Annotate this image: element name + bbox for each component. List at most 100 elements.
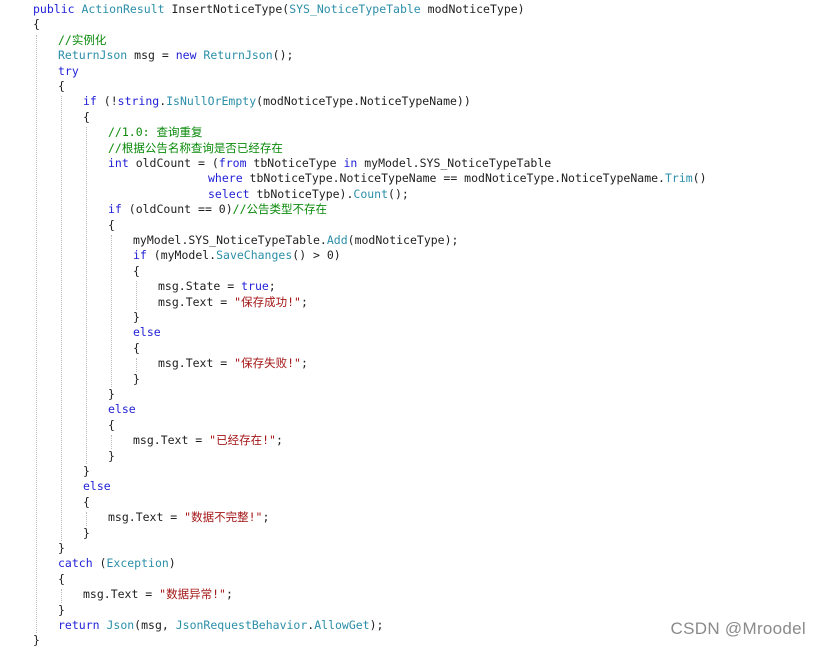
code-line: else: [108, 402, 136, 417]
indent-guide: [136, 358, 137, 372]
indent-guide: [111, 235, 112, 387]
code-token: myModel.SYS_NoticeTypeTable: [364, 156, 552, 170]
indent-guide: [136, 281, 137, 310]
code-line: try: [58, 64, 79, 79]
code-token: else: [133, 325, 161, 340]
code-token: tbNoticeType: [253, 156, 344, 170]
code-line: }: [108, 387, 115, 402]
code-editor[interactable]: public ActionResult InsertNoticeType(SYS…: [0, 0, 820, 647]
code-token: }: [133, 310, 140, 324]
code-token: Add: [326, 233, 348, 247]
code-line: }: [58, 541, 65, 556]
code-token: from: [218, 156, 254, 170]
code-line: select tbNoticeType).Count();: [208, 187, 409, 202]
code-line: msg.Text = "保存失败!";: [158, 356, 308, 371]
indent-guide: [86, 127, 87, 464]
code-token: (myModel.: [153, 248, 217, 263]
code-token: if: [108, 202, 129, 217]
code-token: //1.0: 查询重复: [108, 125, 203, 140]
code-token: msg.Text =: [158, 356, 235, 371]
code-token: ReturnJson: [58, 48, 135, 63]
indent-guide: [61, 96, 62, 541]
code-line: {: [133, 264, 140, 279]
code-line: }: [133, 310, 140, 325]
code-token: (!: [103, 94, 118, 109]
code-token: {: [58, 571, 65, 586]
code-token: string: [117, 94, 160, 109]
code-token: return: [58, 618, 107, 632]
code-token: }: [133, 371, 140, 386]
code-token: "保存成功!": [234, 294, 301, 309]
code-line: }: [133, 372, 140, 387]
code-token: }: [58, 541, 65, 555]
code-token: {: [108, 217, 115, 232]
indent-guide: [86, 512, 87, 526]
code-token: where: [208, 171, 250, 186]
code-token: () > 0): [292, 248, 341, 263]
code-line: if (myModel.SaveChanges() > 0): [133, 248, 341, 263]
code-token: {: [108, 417, 115, 432]
code-token: Json: [106, 618, 135, 632]
code-token: }: [83, 464, 90, 478]
code-line: else: [83, 479, 111, 494]
code-line: {: [83, 495, 90, 510]
code-line: if (oldCount == 0)//公告类型不存在: [108, 202, 327, 217]
code-line: {: [58, 79, 65, 94]
code-line: {: [83, 110, 90, 125]
code-token: //公告类型不存在: [232, 202, 327, 217]
code-token: select: [208, 186, 257, 201]
code-line: ReturnJson msg = new ReturnJson();: [58, 48, 293, 63]
code-line: return Json(msg, JsonRequestBehavior.All…: [58, 618, 383, 633]
code-token: IsNullOrEmpty: [166, 94, 257, 109]
code-line: catch (Exception): [58, 556, 176, 571]
code-line: if (!string.IsNullOrEmpty(modNoticeType.…: [83, 94, 471, 109]
code-line: msg.Text = "保存成功!";: [158, 295, 308, 310]
code-line: msg.Text = "数据异常!";: [83, 587, 233, 602]
code-token: msg.Text =: [83, 587, 160, 602]
code-token: public: [33, 2, 82, 16]
code-token: );: [369, 618, 384, 632]
code-token: AllowGet: [314, 618, 370, 632]
code-token: ();: [272, 48, 294, 63]
code-line: msg.Text = "已经存在!";: [133, 433, 283, 448]
code-token: new: [175, 48, 204, 63]
code-token: {: [83, 109, 90, 124]
code-token: else: [83, 479, 111, 494]
code-line: {: [133, 341, 140, 356]
code-token: catch: [58, 556, 100, 571]
code-line: }: [58, 603, 65, 618]
code-token: if: [83, 94, 104, 109]
code-token: //根据公告名称查询是否已经存在: [108, 140, 283, 155]
code-token: "数据异常!": [159, 587, 226, 602]
code-token: }: [58, 602, 65, 617]
code-token: try: [58, 63, 79, 78]
code-line: }: [83, 526, 90, 541]
code-line: }: [33, 633, 40, 648]
code-line: }: [83, 464, 90, 479]
code-line: msg.State = true;: [158, 279, 276, 294]
code-line: myModel.SYS_NoticeTypeTable.Add(modNotic…: [133, 233, 458, 248]
code-token: else: [108, 402, 136, 417]
code-token: (modNoticeType.NoticeTypeName)): [256, 94, 471, 109]
code-token: Trim: [664, 171, 693, 186]
code-token: }: [108, 448, 115, 463]
code-token: ;: [268, 279, 276, 294]
code-token: ActionResult: [81, 2, 172, 16]
code-token: "已经存在!": [209, 433, 276, 448]
code-line: {: [33, 17, 40, 32]
code-token: Count: [353, 186, 389, 201]
code-token: ReturnJson: [203, 48, 273, 63]
code-token: msg.Text =: [108, 510, 185, 525]
code-token: //实例化: [58, 32, 107, 47]
code-token: }: [83, 525, 90, 540]
code-token: {: [83, 494, 90, 509]
code-token: in: [343, 156, 365, 170]
code-line: public ActionResult InsertNoticeType(SYS…: [33, 2, 525, 17]
code-line: {: [108, 218, 115, 233]
watermark: CSDN @Mroodel: [670, 619, 806, 638]
code-token: (): [692, 171, 707, 186]
indent-guide: [61, 589, 62, 603]
code-token: SaveChanges: [216, 248, 293, 263]
code-token: ();: [388, 186, 409, 201]
code-token: msg.Text =: [133, 433, 210, 448]
